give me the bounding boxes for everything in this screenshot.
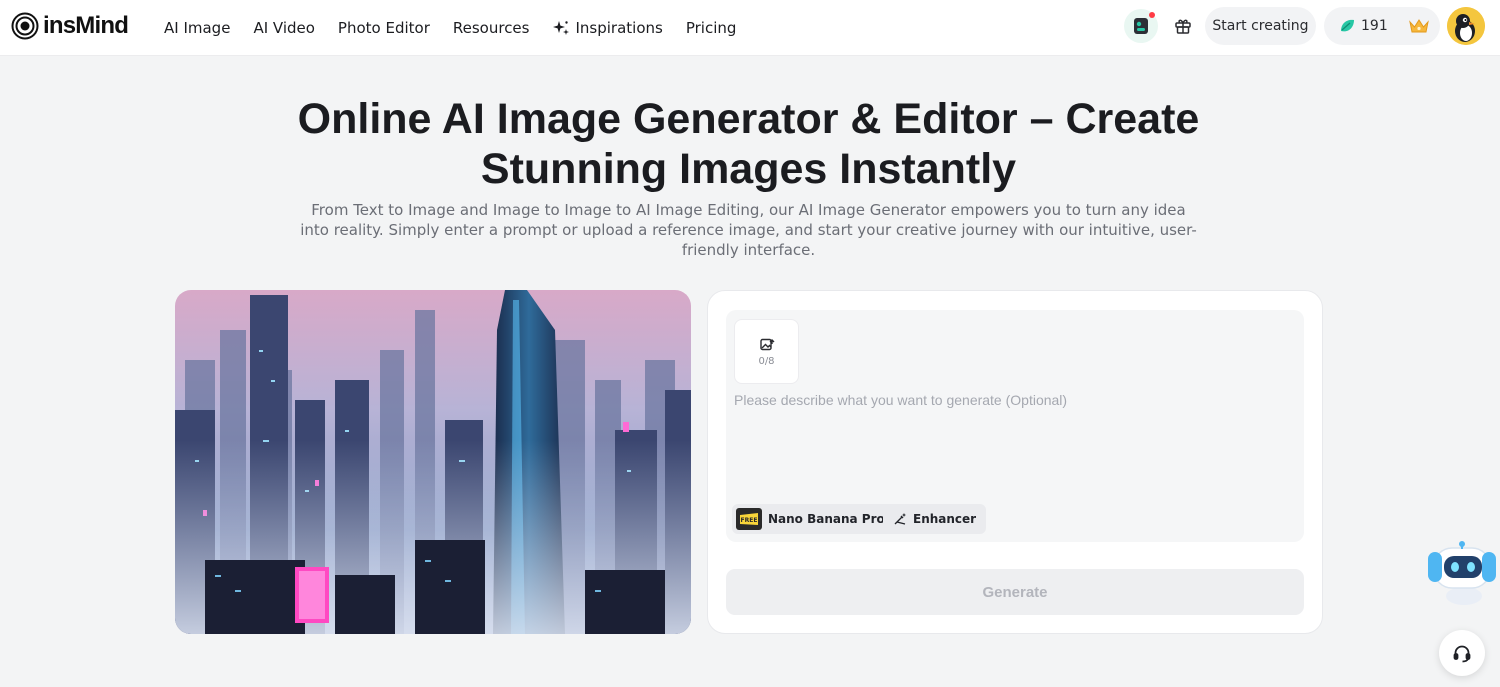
upload-reference-button[interactable]: 0/8 — [734, 319, 799, 384]
ai-assistant-mascot[interactable] — [1424, 540, 1500, 606]
svg-text:FREE: FREE — [741, 517, 758, 524]
gift-icon — [1175, 19, 1191, 34]
prompt-area: 0/8 FREE Nano Banana Pro Enhancer — [726, 310, 1304, 542]
nav-label: Inspirations — [575, 19, 663, 37]
avatar[interactable] — [1447, 7, 1485, 45]
robot-icon — [1428, 541, 1496, 605]
top-header: insMind AI Image AI Video Photo Editor R… — [0, 0, 1500, 56]
app-button[interactable] — [1124, 9, 1158, 43]
nav-ai-image[interactable]: AI Image — [164, 19, 230, 37]
nav-pricing[interactable]: Pricing — [686, 19, 737, 37]
nav-label: Pricing — [685, 19, 737, 37]
notification-dot — [1149, 12, 1155, 18]
nav-photo-editor[interactable]: Photo Editor — [338, 19, 430, 37]
nav-inspirations[interactable]: Inspirations — [552, 19, 663, 37]
start-creating-button[interactable]: Start creating — [1205, 7, 1316, 45]
support-button[interactable] — [1439, 630, 1485, 676]
crown-icon — [1408, 19, 1429, 33]
prompt-input[interactable] — [734, 392, 1294, 492]
enhancer-button[interactable]: Enhancer — [883, 504, 987, 534]
enhancer-label: Enhancer — [913, 512, 977, 526]
nav-ai-video[interactable]: AI Video — [253, 19, 314, 37]
title-line-1: Online AI Image Generator & Editor – Cre… — [297, 95, 1200, 143]
logo-spiral-icon — [11, 12, 39, 40]
example-city-image — [175, 290, 691, 634]
upload-count: 0/8 — [758, 355, 775, 367]
model-select-button[interactable]: FREE Nano Banana Pro — [732, 504, 895, 534]
brand-name: insMind — [43, 12, 129, 39]
nav-resources[interactable]: Resources — [453, 19, 530, 37]
nav-label: AI Video — [253, 19, 315, 37]
leaf-credit-icon — [1341, 19, 1354, 32]
brand-logo[interactable]: insMind — [11, 12, 129, 40]
gift-button[interactable] — [1166, 9, 1200, 43]
headset-icon — [1453, 645, 1471, 663]
credits-pill[interactable]: 191 — [1324, 7, 1440, 45]
banana-model-icon: FREE — [736, 508, 762, 530]
credits-count: 191 — [1361, 18, 1388, 34]
sparkle-icon — [553, 21, 570, 35]
model-label: Nano Banana Pro — [768, 512, 885, 526]
generator-panel: 0/8 FREE Nano Banana Pro Enhancer Genera… — [707, 290, 1323, 634]
nav-label: Resources — [452, 19, 530, 37]
title-line-2: Stunning Images Instantly — [480, 145, 1017, 193]
app-icon — [1134, 18, 1148, 34]
start-creating-label: Start creating — [1212, 18, 1309, 34]
page-title: Online AI Image Generator & Editor – Cre… — [250, 94, 1247, 194]
cyberpunk-city-illustration — [175, 290, 691, 634]
generate-button[interactable]: Generate — [726, 569, 1304, 615]
nav-label: Photo Editor — [337, 19, 430, 37]
page-subtitle: From Text to Image and Image to Image to… — [300, 201, 1197, 259]
enhancer-wand-icon — [894, 513, 906, 525]
image-upload-icon — [759, 338, 774, 350]
penguin-avatar-icon — [1447, 7, 1485, 45]
main-nav: AI Image AI Video Photo Editor Resources… — [164, 0, 759, 56]
nav-label: AI Image — [164, 19, 231, 37]
